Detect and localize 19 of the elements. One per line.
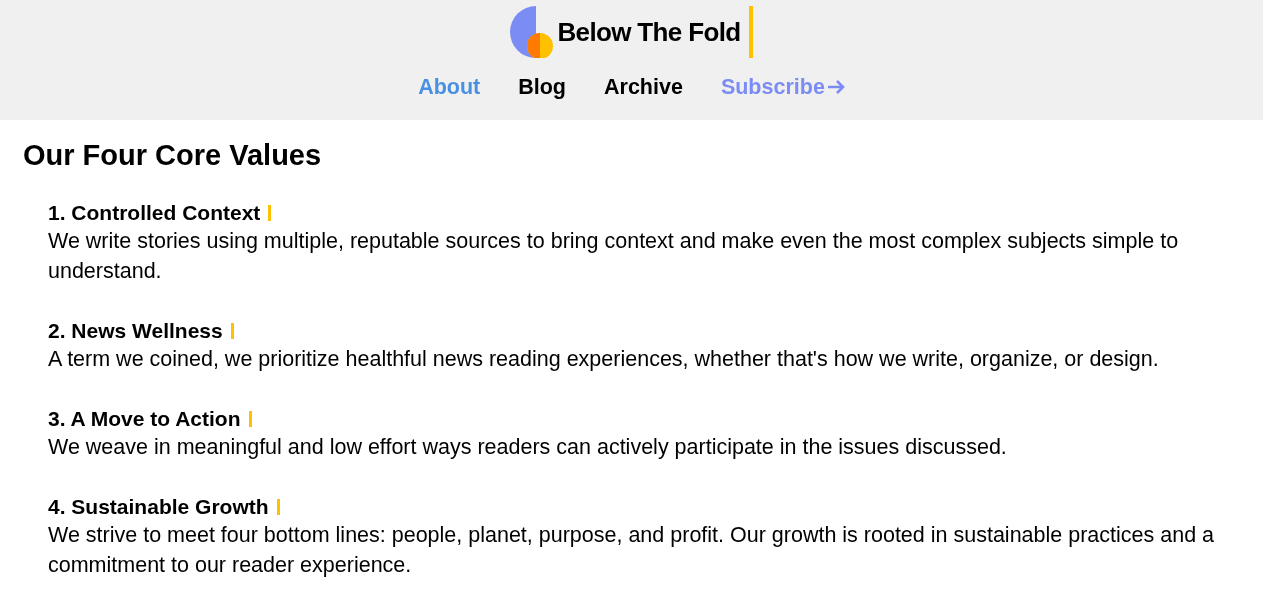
value-description: A term we coined, we prioritize healthful news reading experiences, whether that's how we write, organize, or design. [48,346,1160,373]
value-title: 4. Sustainable Growth [48,494,269,521]
value-description: We write stories using multiple, reputable sources to bring context and make even the most complex subjects simple to understand. [48,228,1180,285]
brand-name[interactable]: Below The Fold [557,19,741,45]
value-title: 3. A Move to Action [48,406,241,433]
nav-link[interactable]: Archive [604,71,683,104]
title-bar [268,205,272,221]
value-description: We weave in meaningful and low effort ways readers can actively participate in the issues discussed. [48,434,1008,461]
brand-bar [748,6,753,58]
value-description: We strive to meet four bottom lines: people, planet, purpose, and profit. Our growth is rooted in sustainable practices and a commitment to our reader experience. [48,522,1216,579]
value-title: 1. Controlled Context [48,200,261,227]
nav-link[interactable]: Blog [518,71,566,104]
value-title: 2. News Wellness [48,318,223,345]
page-heading: Our Four Core Values [23,138,323,172]
logo-icon [510,6,555,58]
title-bar [276,499,280,515]
arrow-right-icon [826,79,845,96]
title-bar [248,411,252,427]
title-bar [230,323,234,339]
